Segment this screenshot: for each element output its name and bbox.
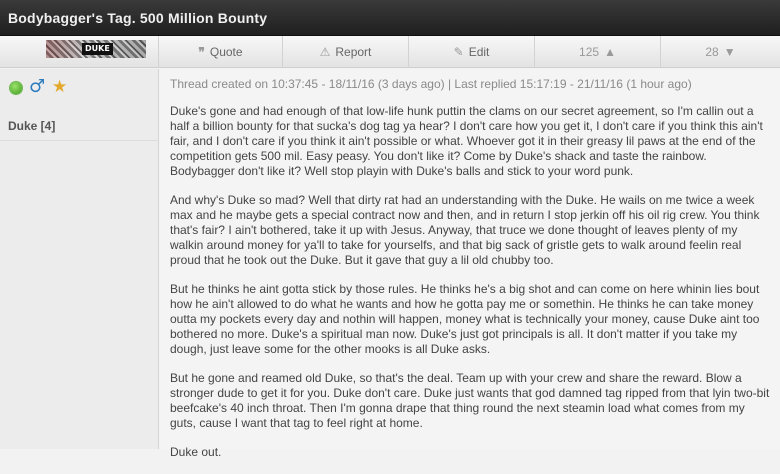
post-paragraph: Duke's gone and had enough of that low-l… — [170, 104, 763, 178]
post-paragraph: But he thinks he aint gotta stick by tho… — [170, 282, 760, 356]
quote-label: Quote — [209, 45, 243, 59]
downvote-count: 28 — [705, 45, 719, 59]
warning-icon: ⚠ — [319, 45, 331, 59]
user-banner-tag: DUKE — [82, 43, 113, 55]
downvote-button[interactable]: 28 ▼ — [661, 36, 780, 68]
user-sidebar: ♂ ★ Duke [4] — [0, 69, 159, 449]
thread-meta: Thread created on 10:37:45 - 18/11/16 (3… — [170, 77, 692, 91]
username-link[interactable]: Duke [4] — [8, 119, 55, 133]
post-body: Duke's gone and had enough of that low-l… — [170, 104, 774, 474]
quote-button[interactable]: ❞ Quote — [159, 36, 283, 68]
thread-title: Bodybagger's Tag. 500 Million Bounty — [8, 10, 268, 26]
report-button[interactable]: ⚠ Report — [283, 36, 409, 68]
report-label: Report — [335, 45, 372, 59]
upvote-button[interactable]: 125 ▲ — [535, 36, 661, 68]
quote-icon: ❞ — [198, 45, 205, 59]
online-status-icon — [10, 82, 22, 94]
sidebar-divider — [0, 140, 159, 141]
thumbs-down-icon: ▼ — [723, 45, 736, 59]
thumbs-up-icon: ▲ — [604, 45, 616, 59]
pencil-icon: ✎ — [453, 45, 464, 59]
post-action-row: DUKE ❞ Quote ⚠ Report ✎ Edit 125 ▲ 28 ▼ — [0, 36, 780, 68]
user-banner-cell: DUKE — [0, 36, 159, 68]
post-paragraph: Duke out. — [170, 445, 222, 459]
upvote-count: 125 — [579, 45, 600, 59]
edit-label: Edit — [468, 45, 490, 59]
post-content: Thread created on 10:37:45 - 18/11/16 (3… — [160, 69, 780, 459]
thread-title-bar: Bodybagger's Tag. 500 Million Bounty — [0, 0, 780, 36]
edit-button[interactable]: ✎ Edit — [409, 36, 535, 68]
post-paragraph: But he gone and reamed old Duke, so that… — [170, 371, 770, 430]
male-icon: ♂ — [29, 76, 46, 97]
user-banner-image[interactable]: DUKE — [46, 40, 146, 58]
post-paragraph: And why's Duke so mad? Well that dirty r… — [170, 193, 760, 267]
star-icon: ★ — [52, 77, 68, 97]
